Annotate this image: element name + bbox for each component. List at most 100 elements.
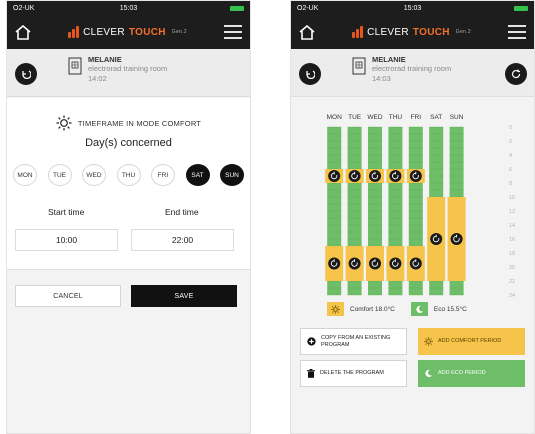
battery-icon bbox=[514, 5, 528, 11]
hamburger-menu-icon[interactable] bbox=[507, 25, 526, 39]
add-comfort-label: ADD COMFORT PERIOD bbox=[438, 338, 502, 345]
brand-part1: CLEVER bbox=[83, 26, 125, 38]
day-toggle-sun[interactable]: SUN bbox=[220, 164, 244, 186]
y-tick-label: 8 bbox=[509, 181, 512, 187]
delete-program-button[interactable]: DELETE THE PROGRAM bbox=[300, 360, 407, 387]
add-eco-period-button[interactable]: ADD ECO PERIOD bbox=[418, 360, 525, 387]
edit-period-icon bbox=[328, 257, 341, 270]
battery-indicator bbox=[514, 5, 528, 11]
start-time-label: Start time bbox=[48, 207, 85, 217]
timeframe-title: TIMEFRAME IN MODE COMFORT bbox=[77, 118, 202, 128]
day-toggle-fri[interactable]: FRI bbox=[151, 164, 175, 186]
clock-label: 15:03 bbox=[119, 4, 138, 12]
refresh-icon bbox=[511, 69, 521, 79]
eco-legend-label: Eco 15.5°C bbox=[433, 305, 467, 313]
carrier-label: O2-UK bbox=[297, 4, 319, 12]
refresh-button[interactable] bbox=[505, 63, 527, 85]
delete-program-label: DELETE THE PROGRAM bbox=[320, 370, 384, 377]
room-name: MELANIE bbox=[372, 55, 406, 64]
back-button[interactable] bbox=[299, 63, 321, 85]
back-arrow-icon bbox=[22, 70, 31, 79]
comfort-swatch bbox=[327, 302, 344, 316]
end-time-field[interactable]: 22:00 bbox=[131, 229, 234, 251]
back-arrow-icon bbox=[306, 70, 315, 79]
radiator-icon bbox=[352, 57, 366, 75]
sun-icon bbox=[331, 304, 340, 314]
y-tick-label: 14 bbox=[509, 223, 515, 229]
edit-period-icon bbox=[409, 257, 422, 270]
room-header: MELANIE electrorad training room 14:02 bbox=[7, 49, 250, 97]
y-tick-label: 16 bbox=[509, 237, 515, 243]
start-time-field[interactable]: 10:00 bbox=[15, 229, 118, 251]
sun-icon bbox=[56, 115, 72, 131]
trash-icon bbox=[307, 369, 315, 378]
room-header: MELANIE electrorad training room 14:03 bbox=[291, 49, 534, 97]
brand-part1: CLEVER bbox=[367, 26, 409, 38]
weekly-program-chart: 024681012141618202224MON TUE WED THU FRI SAT S… bbox=[325, 114, 515, 299]
radiator-icon bbox=[68, 57, 82, 75]
y-tick-label: 0 bbox=[509, 125, 512, 131]
divider bbox=[7, 269, 250, 270]
day-toggle-sat[interactable]: SAT bbox=[185, 164, 210, 186]
home-icon[interactable] bbox=[15, 24, 31, 40]
carrier-label: O2-UK bbox=[13, 4, 35, 12]
day-column-label: TUE bbox=[348, 114, 362, 121]
home-icon[interactable] bbox=[299, 24, 315, 40]
timeframe-screen: O2-UK 15:03 CLEVER TOUCH Gen.2 MELANIE ele… bbox=[6, 0, 251, 434]
day-toggle-mon[interactable]: MON bbox=[13, 164, 37, 186]
room-time: 14:02 bbox=[88, 74, 107, 83]
day-toggle-wed[interactable]: WED bbox=[82, 164, 106, 186]
brand-gen: Gen.2 bbox=[455, 29, 471, 35]
status-bar: O2-UK 15:03 bbox=[291, 1, 534, 15]
eco-swatch bbox=[410, 302, 428, 316]
clock-label: 15:03 bbox=[403, 4, 422, 12]
back-button[interactable] bbox=[15, 63, 37, 85]
flame-icon bbox=[68, 26, 80, 38]
save-button[interactable]: SAVE bbox=[131, 285, 237, 307]
day-column-label: THU bbox=[389, 114, 403, 121]
add-comfort-period-button[interactable]: ADD COMFORT PERIOD bbox=[418, 328, 525, 355]
days-title: Day(s) concerned bbox=[85, 137, 172, 149]
day-column-label: MON bbox=[327, 114, 342, 121]
y-tick-label: 20 bbox=[509, 265, 515, 271]
hamburger-menu-icon[interactable] bbox=[223, 25, 242, 39]
day-selector: MON TUE WED THU FRI SAT SUN bbox=[13, 164, 244, 186]
y-tick-label: 2 bbox=[509, 139, 512, 145]
day-column-label: SAT bbox=[430, 114, 442, 121]
copy-program-button[interactable]: COPY FROM AN EXISTING PROGRAM bbox=[300, 328, 407, 355]
cancel-button[interactable]: CANCEL bbox=[15, 285, 121, 307]
day-column-label: SUN bbox=[450, 114, 464, 121]
day-column-label: FRI bbox=[411, 114, 422, 121]
room-subtitle: electrorad training room bbox=[372, 64, 452, 73]
brand-logo: CLEVER TOUCH Gen.2 bbox=[352, 26, 471, 38]
edit-period-icon bbox=[348, 257, 361, 270]
room-subtitle: electrorad training room bbox=[88, 64, 168, 73]
battery-indicator bbox=[230, 5, 244, 11]
end-time-label: End time bbox=[165, 207, 199, 217]
edit-period-icon bbox=[369, 257, 381, 270]
y-tick-label: 6 bbox=[509, 167, 512, 173]
brand-gen: Gen.2 bbox=[171, 29, 187, 35]
battery-icon bbox=[230, 5, 244, 11]
day-toggle-tue[interactable]: TUE bbox=[47, 164, 72, 186]
moon-icon bbox=[416, 305, 423, 313]
day-column-label: WED bbox=[367, 114, 382, 121]
day-toggle-thu[interactable]: THU bbox=[116, 164, 141, 186]
app-header: CLEVER TOUCH Gen.2 bbox=[291, 15, 534, 49]
plus-circle-icon bbox=[307, 337, 316, 346]
timeframe-heading: TIMEFRAME IN MODE COMFORT bbox=[7, 115, 250, 131]
y-tick-label: 18 bbox=[509, 251, 515, 257]
brand-logo: CLEVER TOUCH Gen.2 bbox=[68, 26, 187, 38]
y-tick-label: 24 bbox=[509, 293, 515, 299]
sun-icon bbox=[424, 337, 433, 346]
program-screen: O2-UK 15:03 CLEVER TOUCH Gen.2 MELANIE ele… bbox=[290, 0, 535, 434]
room-name: MELANIE bbox=[88, 55, 122, 64]
y-tick-label: 22 bbox=[509, 279, 515, 285]
y-tick-label: 10 bbox=[509, 195, 515, 201]
status-bar: O2-UK 15:03 bbox=[7, 1, 250, 15]
room-time: 14:03 bbox=[372, 74, 391, 83]
chart-legend: Comfort 18.0°C Eco 15.5°C bbox=[327, 302, 467, 316]
y-tick-label: 4 bbox=[509, 153, 512, 159]
brand-part2: TOUCH bbox=[128, 26, 166, 38]
copy-program-label: COPY FROM AN EXISTING PROGRAM bbox=[321, 335, 391, 348]
